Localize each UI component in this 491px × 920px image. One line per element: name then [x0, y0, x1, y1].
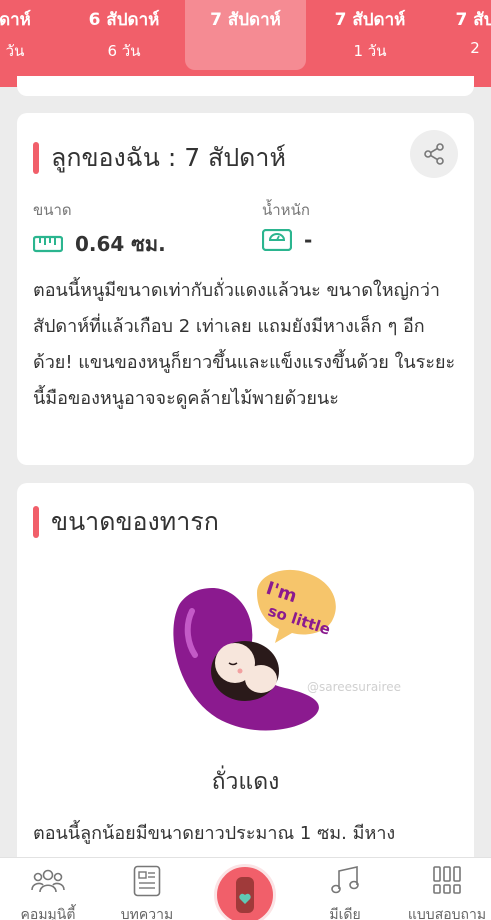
size-description: ตอนนี้ลูกน้อยมีขนาดยาวประมาณ 1 ซม. มีหาง [33, 823, 396, 844]
size-label: ขนาด [33, 201, 72, 219]
quiz-icon [433, 866, 461, 894]
week-tab-day: วัน [5, 42, 25, 60]
nav-articles[interactable]: บทความ [102, 864, 192, 920]
community-icon [31, 869, 65, 893]
nav-quiz-label: แบบสอบถาม [407, 907, 487, 920]
weight-label: น้ำหนัก [262, 201, 310, 219]
baby-card-title: ลูกของฉัน : 7 สัปดาห์ [51, 143, 286, 172]
card-title: ลูกของฉัน : 7 สัปดาห์ [33, 138, 286, 178]
baby-description: ตอนนี้หนูมีขนาดเท่ากับถั่วแดงแล้วนะ ขนาด… [33, 280, 456, 409]
share-button[interactable] [410, 130, 458, 178]
ruler-icon [33, 235, 63, 253]
week-tab-week: 7 สัปดาห์ [334, 10, 406, 30]
week-tab-day: 2 [470, 39, 480, 57]
title-accent-bar [33, 506, 39, 538]
week-tab[interactable]: 6 สัปดาห์ 6 วัน [72, 0, 176, 70]
pregnancy-icon [236, 877, 254, 913]
size-card-title: ขนาดของทารก [51, 507, 219, 536]
nav-community[interactable]: คอมมูนิตี้ [3, 864, 93, 920]
week-tab-week: 6 สัปดาห์ [88, 10, 160, 30]
week-tab-active[interactable]: 7 สัปดาห์ [185, 0, 306, 70]
size-metric: 0.64 ซม. [33, 228, 166, 260]
weight-metric: - [262, 228, 312, 252]
weight-value: - [304, 228, 313, 252]
week-tab[interactable]: 7 สัป 2 [440, 0, 491, 70]
scale-icon [262, 229, 292, 251]
week-tab[interactable]: ดาห์ วัน [0, 0, 60, 70]
nav-community-label: คอมมูนิตี้ [20, 907, 76, 920]
week-tab[interactable]: 7 สัปดาห์ 1 วัน [318, 0, 422, 70]
week-tab-day: 1 วัน [353, 42, 387, 60]
share-icon [424, 143, 444, 165]
week-tab-week: ดาห์ [0, 10, 31, 30]
size-value: 0.64 ซม. [75, 232, 166, 256]
baby-info-card: ลูกของฉัน : 7 สัปดาห์ ขนาด น้ำหนัก 0.64 … [17, 113, 474, 465]
red-bean-baby-illustration: I'm so little [173, 569, 336, 731]
previous-card [17, 76, 474, 96]
watermark: @sareesurairee [307, 680, 401, 694]
nav-media-label: มีเดีย [329, 907, 361, 920]
week-tab-strip: ดาห์ วัน 6 สัปดาห์ 6 วัน 7 สัปดาห์ 7 สัป… [0, 0, 491, 87]
nav-articles-label: บทความ [120, 907, 174, 920]
week-tab-week: 7 สัปดาห์ [210, 10, 281, 30]
card-title: ขนาดของทารก [33, 502, 219, 542]
music-note-icon [331, 866, 359, 894]
nav-media[interactable]: มีเดีย [300, 864, 390, 920]
food-name: ถั่วแดง [211, 769, 280, 795]
week-tab-week: 7 สัป [455, 10, 491, 30]
bottom-navigation: คอมมูนิตี้ บทความ มีเดีย แบบสอบถาม [0, 857, 491, 920]
title-accent-bar [33, 142, 39, 174]
center-action-button[interactable] [214, 864, 276, 920]
nav-quiz[interactable]: แบบสอบถาม [397, 864, 491, 920]
article-icon [133, 865, 161, 897]
baby-size-card: ขนาดของทารก I'm so little @sareesurairee… [17, 483, 474, 913]
week-tab-day: 6 วัน [107, 42, 141, 60]
